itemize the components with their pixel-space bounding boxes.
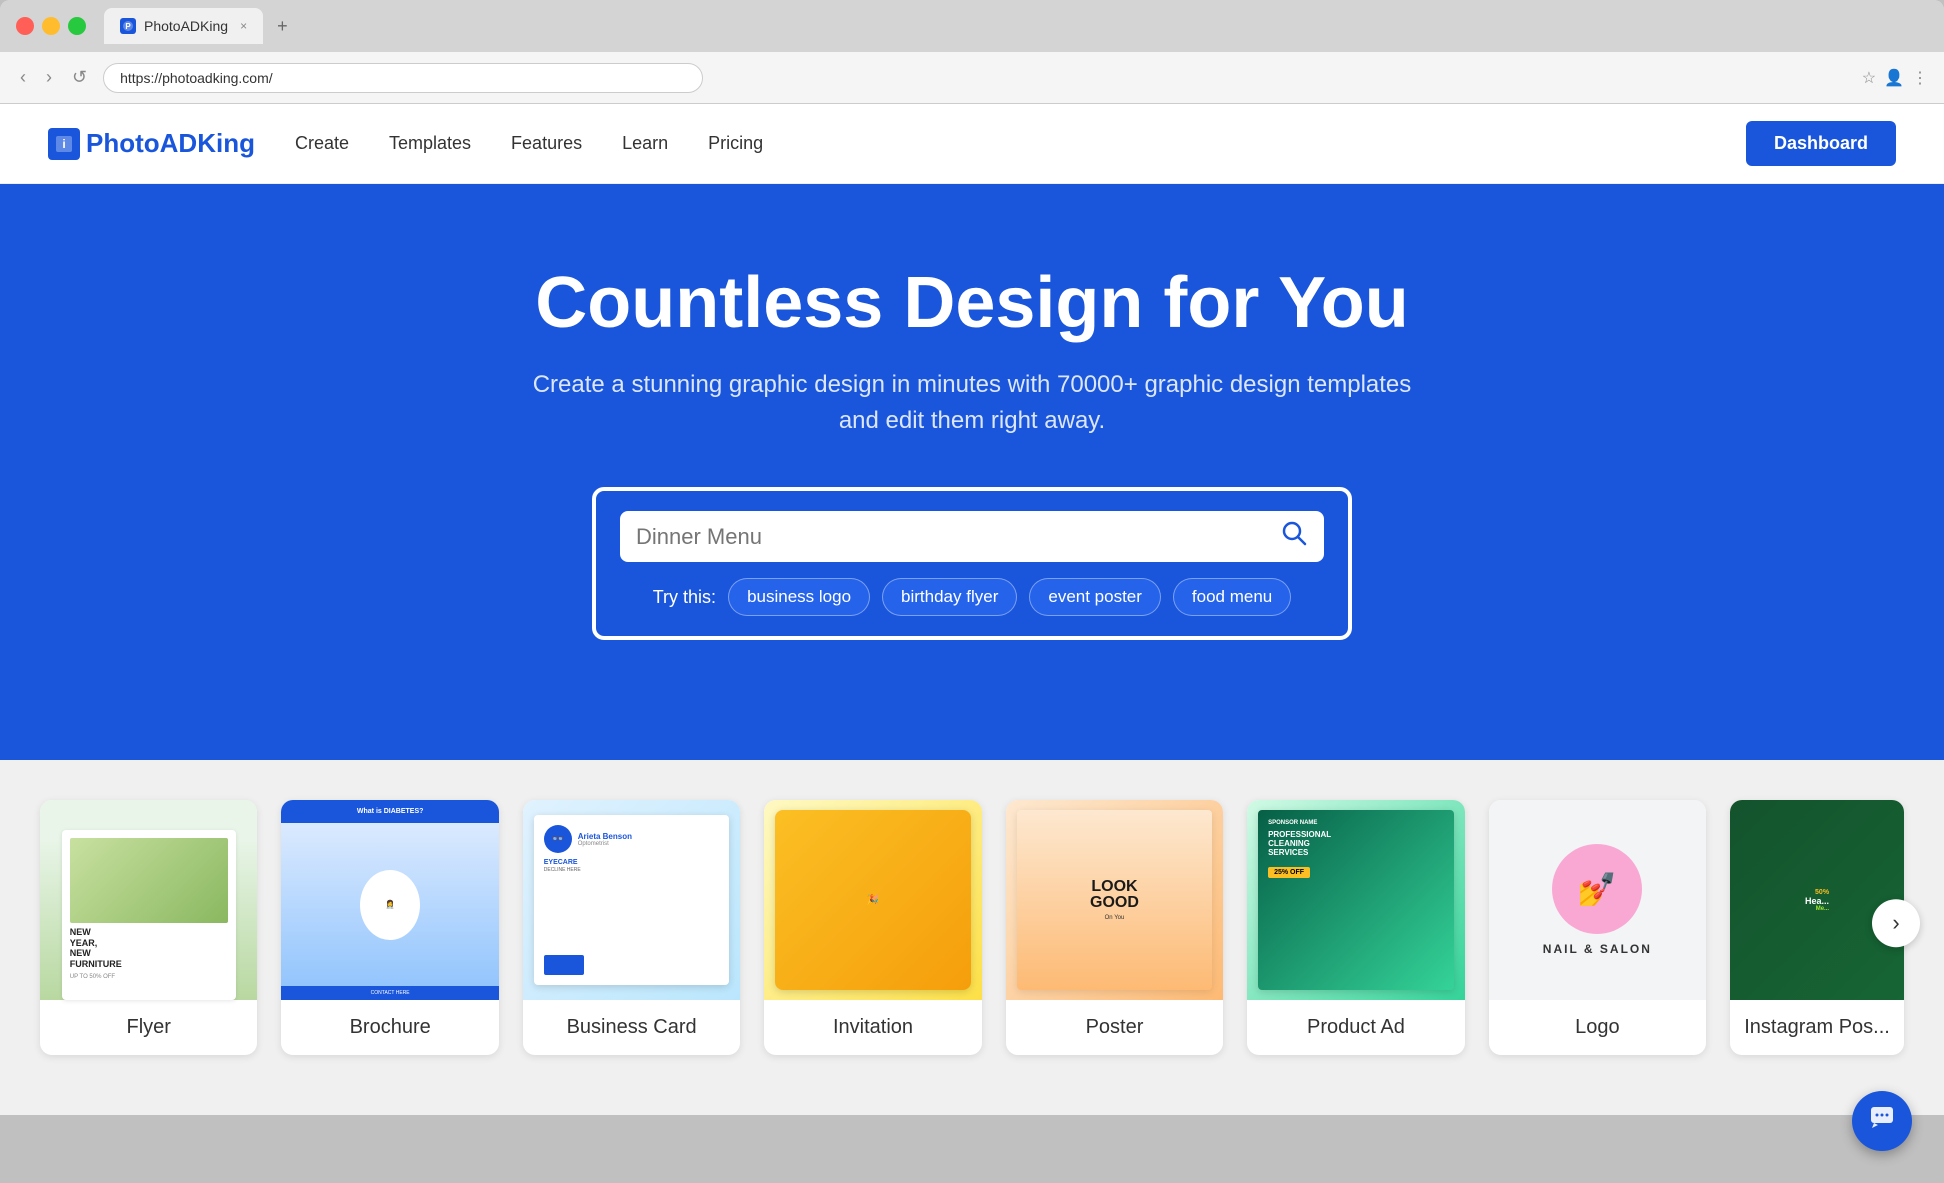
try-this-label: Try this: bbox=[653, 587, 716, 608]
template-label-product-ad: Product Ad bbox=[1247, 1000, 1464, 1055]
template-card-invitation[interactable]: 🎉 Invitation bbox=[764, 800, 981, 1055]
refresh-button[interactable]: ↺ bbox=[68, 63, 91, 92]
template-card-bizcard[interactable]: 👓 Arieta Benson Optometrist EYECAREDECLI… bbox=[523, 800, 740, 1055]
template-card-flyer[interactable]: NEWYEAR,NEWFURNITURE UP TO 50% OFF Flyer bbox=[40, 800, 257, 1055]
hero-subtitle: Create a stunning graphic design in minu… bbox=[48, 367, 1896, 439]
search-button[interactable] bbox=[1280, 519, 1308, 554]
logo-text: PhotoADKing bbox=[86, 128, 255, 159]
template-label-bizcard: Business Card bbox=[523, 1000, 740, 1055]
template-card-poster[interactable]: LOOKGOOD On You Poster bbox=[1006, 800, 1223, 1055]
template-card-product-ad[interactable]: SPONSOR NAME PROFESSIONALCLEANINGSERVICE… bbox=[1247, 800, 1464, 1055]
minimize-button[interactable] bbox=[42, 17, 60, 35]
tab-favicon: P bbox=[120, 18, 136, 34]
nav-pricing[interactable]: Pricing bbox=[708, 133, 763, 154]
try-this-row: Try this: business logo birthday flyer e… bbox=[620, 578, 1324, 616]
template-thumbnail-instagram: 50% Hea... Me... bbox=[1730, 800, 1904, 1000]
template-card-brochure[interactable]: What is DIABETES? 👩‍⚕️ CONTACT HERE Broc… bbox=[281, 800, 498, 1055]
nav-learn[interactable]: Learn bbox=[622, 133, 668, 154]
templates-grid: NEWYEAR,NEWFURNITURE UP TO 50% OFF Flyer… bbox=[40, 800, 1904, 1055]
nav-features[interactable]: Features bbox=[511, 133, 582, 154]
template-thumbnail-product-ad: SPONSOR NAME PROFESSIONALCLEANINGSERVICE… bbox=[1247, 800, 1464, 1000]
close-button[interactable] bbox=[16, 17, 34, 35]
hero-title: Countless Design for You bbox=[48, 264, 1896, 343]
menu-icon[interactable]: ⋮ bbox=[1912, 68, 1928, 88]
templates-section: NEWYEAR,NEWFURNITURE UP TO 50% OFF Flyer… bbox=[0, 760, 1944, 1115]
bookmark-icon[interactable]: ☆ bbox=[1862, 68, 1876, 88]
search-container: Try this: business logo birthday flyer e… bbox=[592, 487, 1352, 640]
template-thumbnail-flyer: NEWYEAR,NEWFURNITURE UP TO 50% OFF bbox=[40, 800, 257, 1000]
logo-icon: i bbox=[48, 128, 80, 160]
address-bar-icons: ☆ 👤 ⋮ bbox=[1862, 68, 1928, 88]
profile-icon[interactable]: 👤 bbox=[1884, 68, 1904, 88]
template-label-flyer: Flyer bbox=[40, 1000, 257, 1055]
search-input[interactable] bbox=[636, 524, 1280, 550]
try-tag-business-logo[interactable]: business logo bbox=[728, 578, 870, 616]
nav-templates[interactable]: Templates bbox=[389, 133, 471, 154]
back-button[interactable]: ‹ bbox=[16, 63, 30, 92]
template-thumbnail-invitation: 🎉 bbox=[764, 800, 981, 1000]
chat-icon bbox=[1868, 1104, 1896, 1139]
tab-title: PhotoADKing bbox=[144, 18, 228, 34]
website-content: i PhotoADKing Create Templates Features … bbox=[0, 104, 1944, 1115]
template-label-instagram: Instagram Pos... bbox=[1730, 1000, 1904, 1055]
chat-widget[interactable] bbox=[1852, 1091, 1912, 1151]
address-input[interactable] bbox=[103, 63, 703, 93]
template-thumbnail-poster: LOOKGOOD On You bbox=[1006, 800, 1223, 1000]
new-tab-button[interactable]: + bbox=[277, 16, 288, 37]
search-input-row bbox=[620, 511, 1324, 562]
logo[interactable]: i PhotoADKing bbox=[48, 128, 255, 160]
fullscreen-button[interactable] bbox=[68, 17, 86, 35]
nav-create[interactable]: Create bbox=[295, 133, 349, 154]
template-label-invitation: Invitation bbox=[764, 1000, 981, 1055]
traffic-lights bbox=[16, 17, 86, 35]
svg-text:i: i bbox=[62, 137, 65, 151]
browser-tab[interactable]: P PhotoADKing × bbox=[104, 8, 263, 44]
main-nav: Create Templates Features Learn Pricing bbox=[295, 133, 1746, 154]
browser-frame: P PhotoADKing × + ‹ › ↺ ☆ 👤 ⋮ bbox=[0, 0, 1944, 104]
try-tag-food-menu[interactable]: food menu bbox=[1173, 578, 1291, 616]
browser-addressbar: ‹ › ↺ ☆ 👤 ⋮ bbox=[0, 52, 1944, 104]
template-card-logo[interactable]: 💅 NAIL & SALON Logo bbox=[1489, 800, 1706, 1055]
tab-close-button[interactable]: × bbox=[240, 19, 247, 33]
carousel-next-button[interactable]: › bbox=[1872, 899, 1920, 947]
try-tag-birthday-flyer[interactable]: birthday flyer bbox=[882, 578, 1017, 616]
template-label-brochure: Brochure bbox=[281, 1000, 498, 1055]
dashboard-button[interactable]: Dashboard bbox=[1746, 121, 1896, 166]
template-label-logo: Logo bbox=[1489, 1000, 1706, 1055]
browser-titlebar: P PhotoADKing × + bbox=[0, 0, 1944, 52]
template-thumbnail-logo: 💅 NAIL & SALON bbox=[1489, 800, 1706, 1000]
template-thumbnail-brochure: What is DIABETES? 👩‍⚕️ CONTACT HERE bbox=[281, 800, 498, 1000]
svg-text:P: P bbox=[125, 22, 131, 31]
template-thumbnail-bizcard: 👓 Arieta Benson Optometrist EYECAREDECLI… bbox=[523, 800, 740, 1000]
site-header: i PhotoADKing Create Templates Features … bbox=[0, 104, 1944, 184]
try-tag-event-poster[interactable]: event poster bbox=[1029, 578, 1161, 616]
hero-section: Countless Design for You Create a stunni… bbox=[0, 184, 1944, 760]
template-label-poster: Poster bbox=[1006, 1000, 1223, 1055]
forward-button[interactable]: › bbox=[42, 63, 56, 92]
